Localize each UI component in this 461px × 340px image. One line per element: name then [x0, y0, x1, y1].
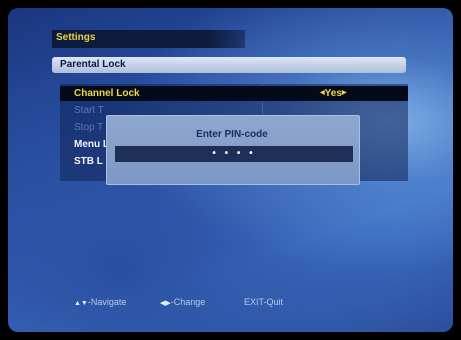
hint-change-text: -Change	[170, 297, 206, 307]
menu-item-stb-lock[interactable]: STB L	[74, 156, 103, 167]
channel-lock-value-text: Yes	[324, 88, 342, 99]
hint-change: ◀▶-Change	[160, 297, 205, 307]
menu-item-start-time[interactable]: Start T	[74, 105, 104, 116]
up-down-arrow-icon: ▲▼	[74, 300, 88, 307]
menu-item-stop-time[interactable]: Stop T	[74, 122, 103, 133]
settings-title: Settings	[56, 32, 96, 43]
channel-lock-value[interactable]: ◀Yes▶	[320, 88, 347, 99]
right-arrow-icon: ▶	[341, 90, 347, 96]
pin-dialog-title: Enter PIN-code	[196, 129, 268, 140]
hint-navigate-text: -Navigate	[87, 297, 127, 307]
hint-navigate: ▲▼-Navigate	[74, 297, 126, 307]
menu-item-label-channel-lock: Channel Lock	[74, 88, 140, 99]
left-right-arrow-icon: ◀▶	[160, 300, 171, 307]
submenu-title: Parental Lock	[60, 59, 126, 70]
hint-exit: EXIT-Quit	[244, 297, 284, 307]
pin-input-value: • • • •	[212, 148, 256, 159]
menu-item-menu-lock[interactable]: Menu L	[74, 139, 109, 150]
